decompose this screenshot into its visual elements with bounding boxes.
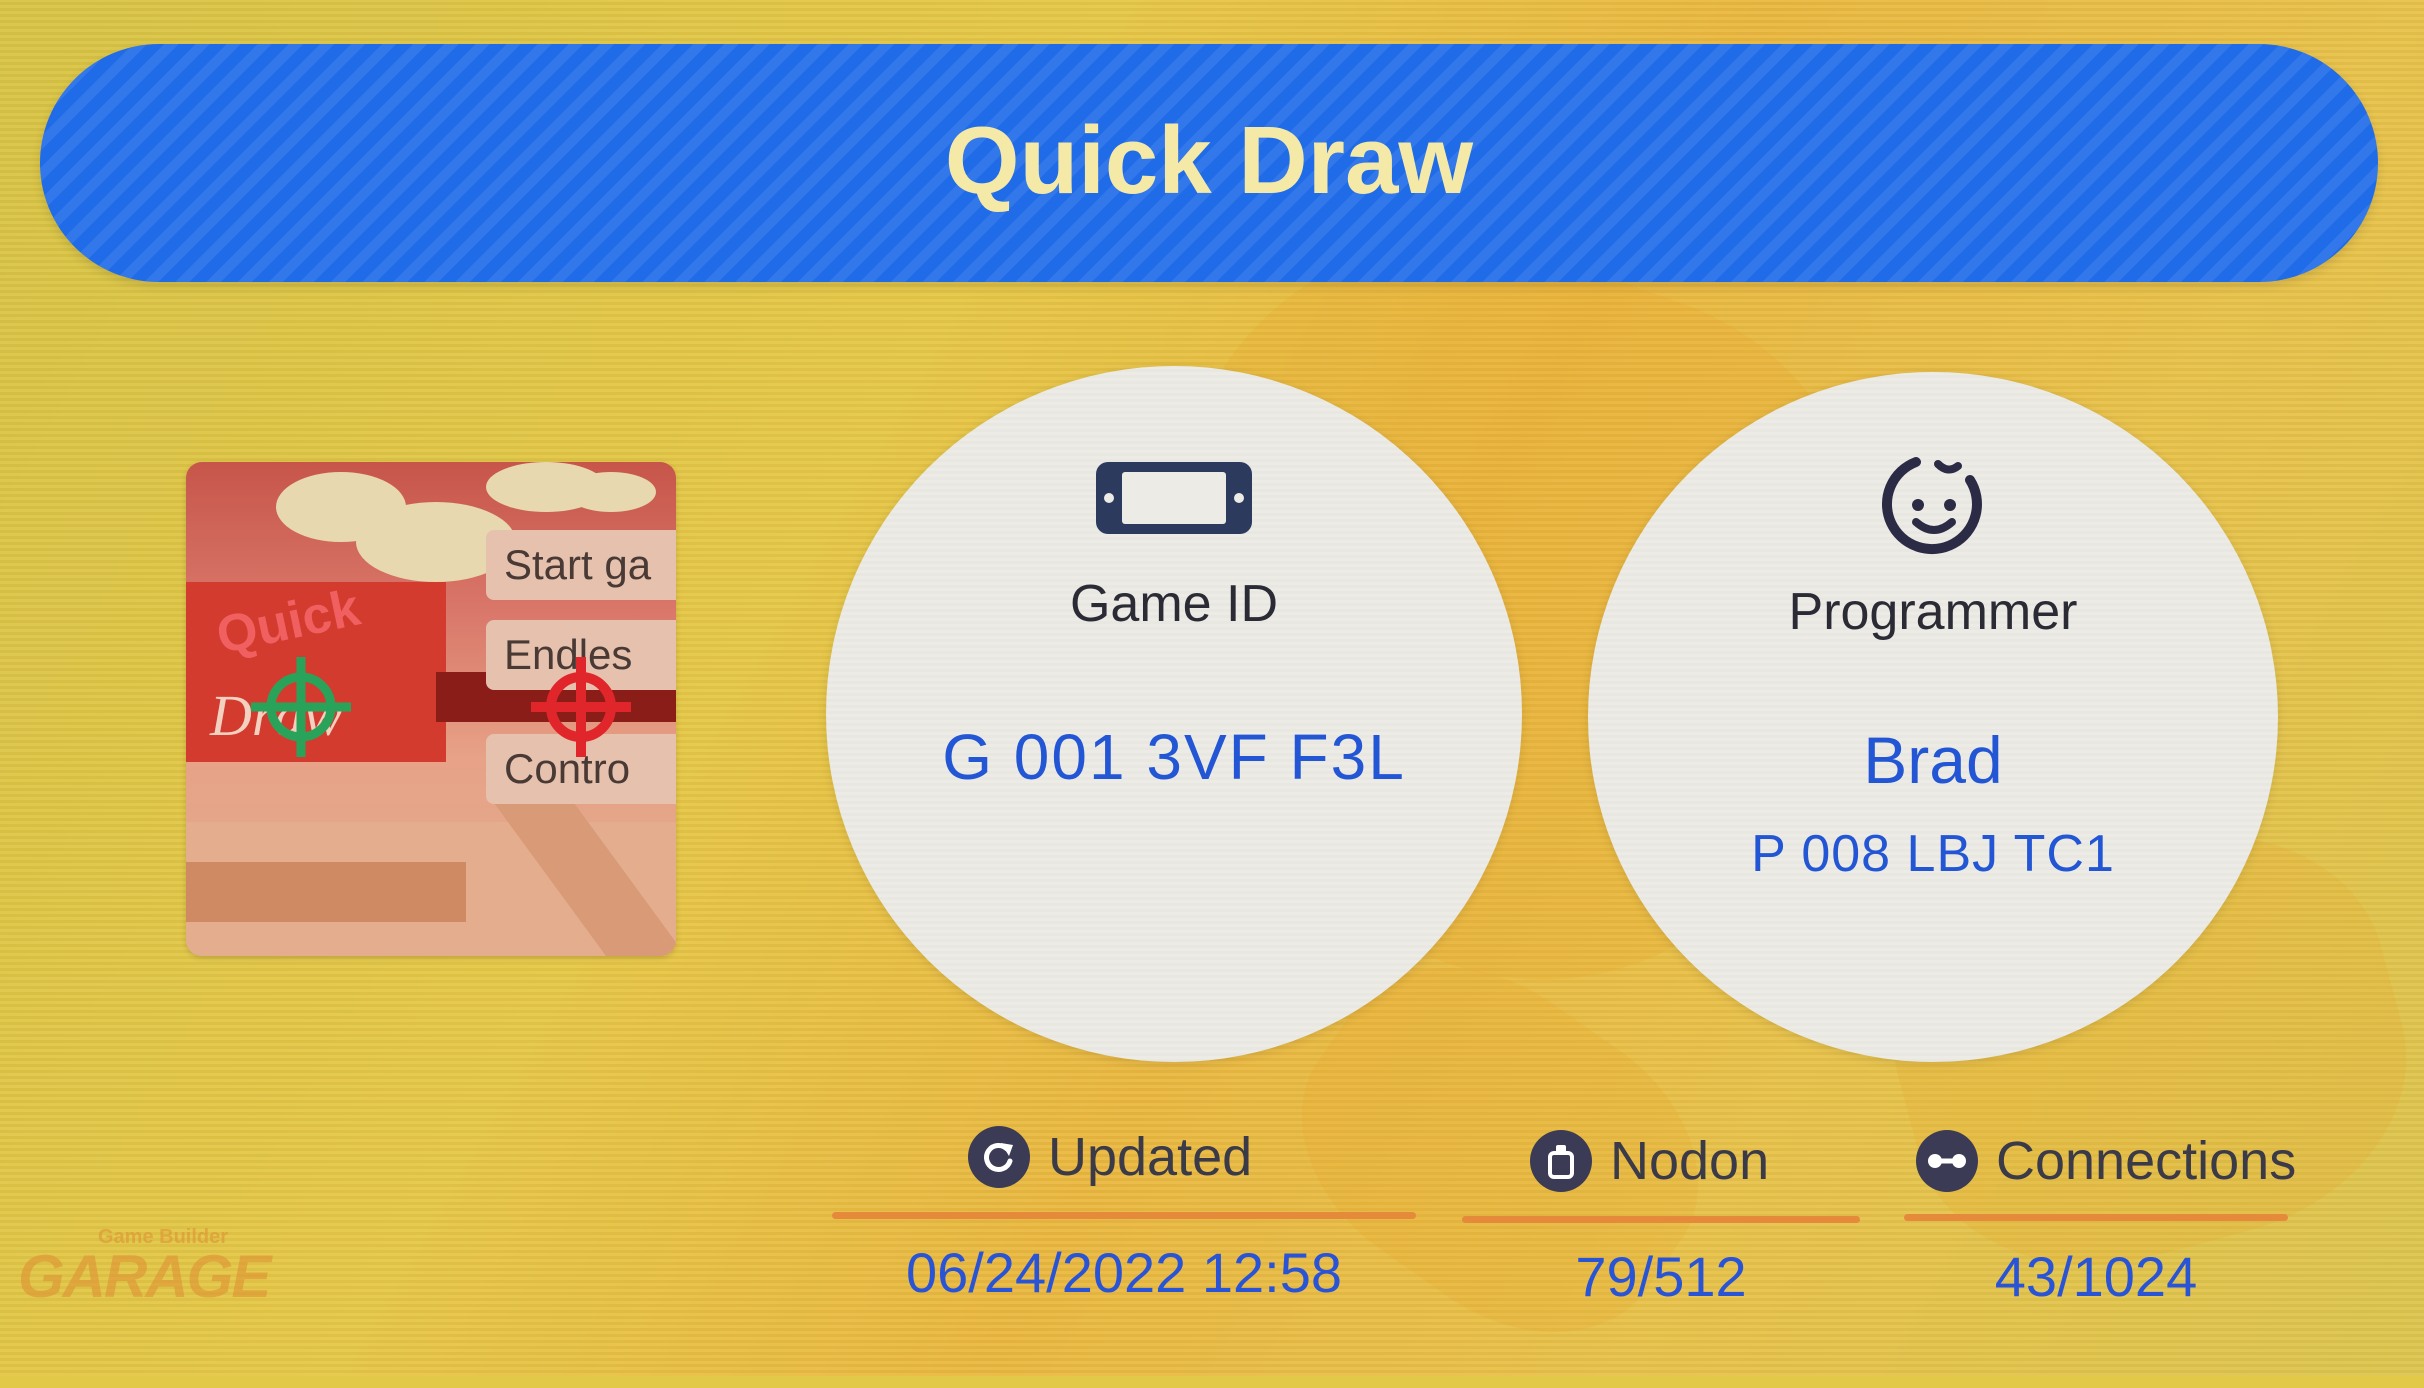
- game-builder-garage-logo: Game Builder GARAGE: [18, 1208, 288, 1310]
- programmer-name: Brad: [1863, 723, 2003, 797]
- game-id-label: Game ID: [1069, 575, 1279, 633]
- updated-label-group: Updated: [968, 1126, 1252, 1188]
- game-id-card: Game ID G 001 3VF F3L: [826, 366, 1522, 1062]
- connections-label-group: Connections: [1916, 1130, 2296, 1192]
- nodon-icon: [1530, 1130, 1592, 1192]
- nodon-underline: [1462, 1216, 1860, 1223]
- game-id-value: G 001 3VF F3L: [942, 721, 1406, 793]
- logo-line2: GARAGE: [18, 1243, 271, 1310]
- nodon-label-group: Nodon: [1530, 1130, 1769, 1192]
- programmer-id: P 008 LBJ TC1: [1751, 825, 2115, 883]
- connections-underline: [1904, 1214, 2288, 1221]
- console-icon: [1096, 462, 1252, 534]
- connections-value: 43/1024: [1994, 1245, 2198, 1308]
- nodon-label: Nodon: [1610, 1131, 1770, 1191]
- game-thumbnail[interactable]: Quick Draw Start ga Endles Contro: [186, 462, 676, 956]
- green-crosshair-icon: [251, 657, 351, 757]
- connection-icon: [1916, 1130, 1978, 1192]
- refresh-icon: [968, 1126, 1030, 1188]
- face-icon: [1881, 457, 1982, 555]
- updated-underline: [832, 1212, 1416, 1219]
- updated-value: 06/24/2022 12:58: [906, 1241, 1342, 1304]
- game-title: Quick Draw: [944, 107, 1474, 214]
- title-banner: Quick Draw: [40, 44, 2378, 282]
- nodon-value: 79/512: [1575, 1245, 1747, 1308]
- programmer-label: Programmer: [1788, 583, 2078, 641]
- programmer-card: Programmer Brad P 008 LBJ TC1: [1588, 372, 2278, 1062]
- updated-label: Updated: [1048, 1127, 1253, 1187]
- connections-label: Connections: [1996, 1131, 2297, 1191]
- thumbnail-menu-start: Start ga: [486, 530, 676, 600]
- red-crosshair-icon: [531, 657, 631, 757]
